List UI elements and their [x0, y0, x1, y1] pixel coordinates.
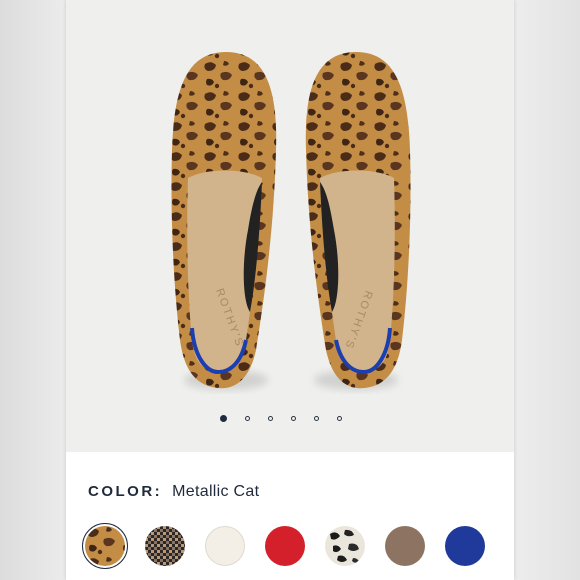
- weave-swatch-fill: [145, 526, 185, 566]
- swatch-red[interactable]: [262, 523, 308, 569]
- carousel-dot[interactable]: [291, 415, 296, 421]
- carousel-dot[interactable]: [337, 415, 342, 421]
- product-image-gallery[interactable]: ROTHY'S ROTHY'S: [66, 0, 514, 452]
- navy-swatch-fill: [445, 526, 485, 566]
- carousel-dot[interactable]: [268, 415, 273, 421]
- carousel-indicators: [220, 414, 342, 422]
- swatch-navy-blue[interactable]: [442, 523, 488, 569]
- swatch-cream[interactable]: [202, 523, 248, 569]
- carousel-dot[interactable]: [245, 415, 250, 421]
- cream-swatch-fill: [205, 526, 245, 566]
- color-label: COLOR:: [88, 483, 163, 500]
- carousel-dot[interactable]: [220, 414, 227, 422]
- background-right: [514, 0, 580, 580]
- left-shoe: ROTHY'S: [171, 52, 277, 389]
- product-image: ROTHY'S ROTHY'S: [171, 52, 411, 390]
- product-card: ROTHY'S ROTHY'S COLOR: Metallic Cat: [66, 0, 514, 580]
- swatch-taupe[interactable]: [382, 523, 428, 569]
- taupe-swatch-fill: [385, 526, 425, 566]
- swatch-snow-leopard[interactable]: [322, 523, 368, 569]
- red-swatch-fill: [265, 526, 305, 566]
- leopard-swatch-fill: [85, 526, 125, 566]
- snow-leopard-swatch-fill: [325, 526, 365, 566]
- swatch-black-camel-weave[interactable]: [142, 523, 188, 569]
- color-heading: COLOR: Metallic Cat: [88, 483, 259, 501]
- swatch-leopard[interactable]: [82, 523, 128, 569]
- selected-color-name: Metallic Cat: [172, 483, 260, 500]
- color-swatch-list: [82, 523, 488, 569]
- carousel-dot[interactable]: [314, 415, 319, 421]
- right-shoe: ROTHY'S: [305, 52, 411, 389]
- background-left: [0, 0, 66, 580]
